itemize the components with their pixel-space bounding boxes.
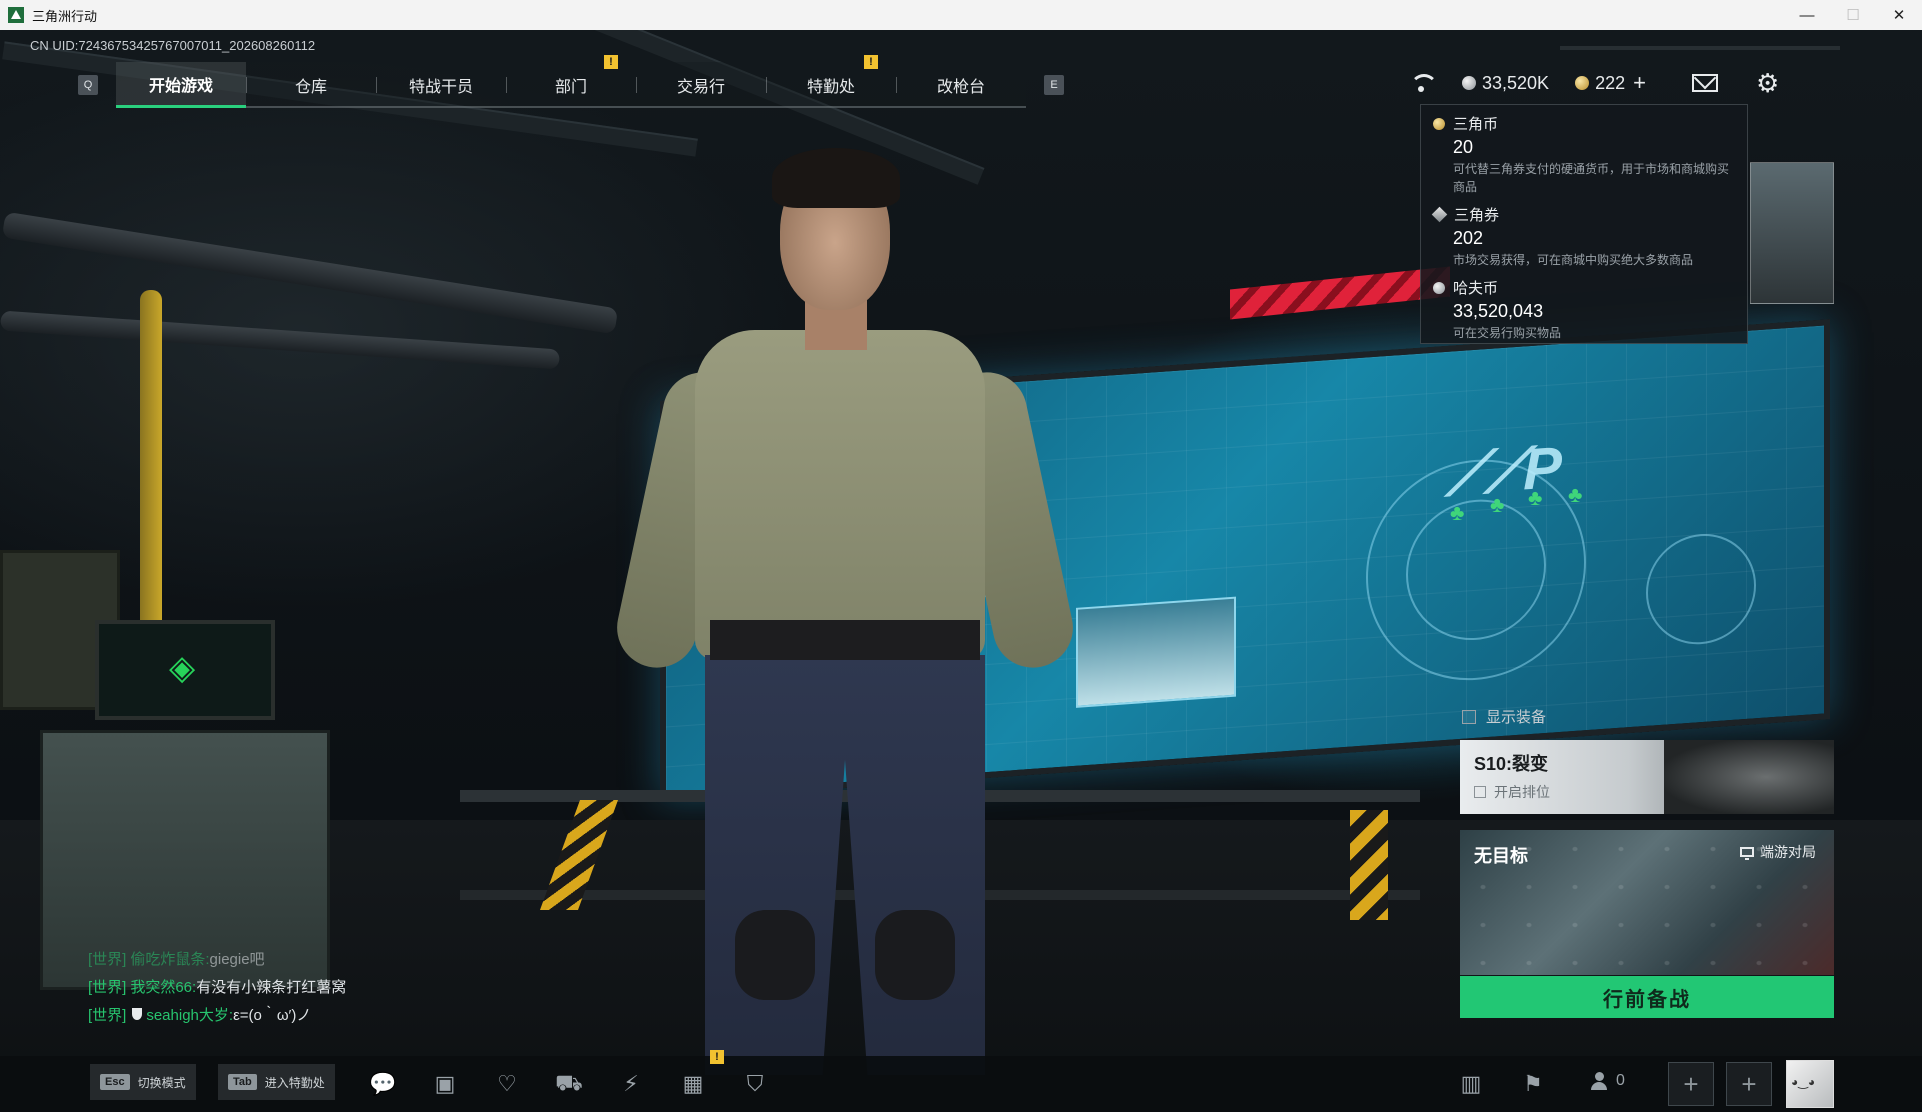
- close-button[interactable]: ✕: [1876, 0, 1922, 30]
- shield-icon: [132, 1008, 143, 1020]
- currency-popup: 三角币 20 可代替三角券支付的硬通货币，用于市场和商城购买商品 三角券 202…: [1420, 104, 1748, 344]
- clover-icon: ♣: [1450, 500, 1465, 525]
- window-titlebar: 三角洲行动 — ☐ ✕: [0, 0, 1922, 30]
- chat-message: [世界] 偷吃炸鼠条: giegie吧: [88, 950, 265, 968]
- tab-start-game[interactable]: 开始游戏: [116, 62, 246, 108]
- pc-monitor-icon: [1740, 847, 1754, 860]
- red-warning-strip: [1230, 266, 1450, 320]
- bottom-toolbar: Esc 切换模式 Tab 进入特勤处 💬 ▣ ♡ ⛟ ⚡ ▦ ⛉ ▥ ⚑ 0 +…: [0, 1056, 1922, 1112]
- show-gear-checkbox[interactable]: [1462, 709, 1476, 724]
- season-card[interactable]: S10:裂变 开启排位: [1460, 740, 1834, 814]
- top-right-strip: [1560, 46, 1840, 50]
- main-tabs: 开始游戏 仓库 特战干员 部门! 交易行 特勤处! 改枪台: [116, 55, 1026, 108]
- chat-message: [世界] seahigh大岁: ε=(ο｀ω′)ノ: [88, 1006, 312, 1024]
- haf-coin-icon: [1462, 76, 1476, 90]
- top-navigation: Q 开始游戏 仓库 特战干员 部门! 交易行 特勤处! 改枪台 E: [78, 55, 1064, 108]
- person-icon: [1590, 1072, 1608, 1090]
- tab-special-service[interactable]: 特勤处!: [766, 55, 896, 108]
- laptop-screen: [95, 620, 275, 720]
- tab-operators[interactable]: 特战干员: [376, 62, 506, 108]
- gear-icon[interactable]: ⚙: [1756, 68, 1779, 99]
- haf-coin-balance[interactable]: 33,520K: [1482, 73, 1549, 94]
- cart-icon[interactable]: ⛟: [554, 1070, 584, 1098]
- party-members[interactable]: 0: [1590, 1072, 1625, 1090]
- tri-ticket-balance[interactable]: 222: [1595, 73, 1625, 94]
- season-title: S10:裂变: [1474, 754, 1549, 774]
- tab-gunsmith[interactable]: 改枪台: [896, 62, 1026, 108]
- alert-badge: !: [604, 55, 618, 69]
- window-title: 三角洲行动: [32, 8, 98, 24]
- tri-coin-icon: [1575, 76, 1590, 90]
- maximize-button[interactable]: ☐: [1830, 0, 1876, 30]
- currency-item-tri-ticket: 三角券 202 市场交易获得，可在商城中购买绝大多数商品: [1431, 204, 1735, 269]
- alert-badge: !: [710, 1050, 724, 1064]
- heart-icon[interactable]: ♡: [492, 1070, 522, 1098]
- top-up-plus-icon[interactable]: +: [1633, 70, 1646, 96]
- mail-icon[interactable]: [1691, 74, 1718, 92]
- clover-icon: ♣: [1528, 485, 1543, 510]
- currency-item-tri-coin: 三角币 20 可代替三角券支付的硬通货币，用于市场和商城购买商品: [1433, 113, 1735, 196]
- chat-bubble-icon[interactable]: 💬: [368, 1070, 398, 1098]
- operator-character[interactable]: [600, 140, 1081, 1090]
- clover-icon: ♣: [1490, 492, 1505, 517]
- tab-warehouse[interactable]: 仓库: [246, 62, 376, 108]
- switch-mode-hotkey[interactable]: Esc 切换模式: [90, 1064, 196, 1100]
- lightning-icon[interactable]: ⚡: [616, 1070, 646, 1098]
- calendar-icon[interactable]: ▦: [678, 1070, 708, 1098]
- enter-special-service-hotkey[interactable]: Tab 进入特勤处: [218, 1064, 335, 1100]
- show-gear-toggle[interactable]: 显示装备: [1462, 706, 1546, 727]
- side-preview-image: [1750, 162, 1834, 304]
- player-uid: CN UID:7243675342576700​7011_20260826011…: [30, 38, 316, 53]
- minimize-button[interactable]: —: [1784, 0, 1830, 30]
- season-portrait: [1664, 740, 1834, 814]
- diamond-icon: [1431, 206, 1448, 223]
- currency-item-haf-coin: 哈夫币 33,520,043 可在交易行购买物品: [1433, 277, 1735, 342]
- prepare-for-battle-button[interactable]: 行前备战: [1460, 976, 1834, 1018]
- tab-department[interactable]: 部门!: [506, 55, 636, 108]
- clover-icon: ♣: [1568, 482, 1583, 507]
- monitor-thumbnail: [1076, 596, 1236, 708]
- world-chat[interactable]: [世界] 偷吃炸鼠条: giegie吧 [世界] 我突然66: 有没有小辣条打红…: [88, 944, 346, 1028]
- next-tab-key-hint[interactable]: E: [1044, 75, 1064, 95]
- ranked-checkbox[interactable]: [1474, 786, 1486, 798]
- emblem-icon[interactable]: ⛉: [740, 1070, 770, 1098]
- haf-coin-icon: [1433, 281, 1445, 294]
- ranked-toggle[interactable]: 开启排位: [1474, 782, 1550, 802]
- mode-platform-tag: 端游对局: [1740, 842, 1816, 862]
- yellow-pipe: [140, 290, 162, 630]
- alert-badge: !: [864, 55, 878, 69]
- tab-trade-house[interactable]: 交易行: [636, 62, 766, 108]
- stats-chart-icon[interactable]: ▥: [1456, 1070, 1486, 1098]
- top-right-status: 33,520K 222 + ⚙: [1410, 68, 1779, 99]
- mode-select-card[interactable]: 无目标 端游对局: [1460, 830, 1834, 975]
- prev-tab-key-hint[interactable]: Q: [78, 75, 98, 95]
- player-avatar[interactable]: [1786, 1060, 1834, 1108]
- pipe: [0, 310, 561, 370]
- invite-slot-button[interactable]: +: [1726, 1062, 1772, 1106]
- tri-coin-icon: [1433, 117, 1445, 130]
- gift-box-icon[interactable]: ▣: [430, 1070, 460, 1098]
- invite-slot-button[interactable]: +: [1668, 1062, 1714, 1106]
- mode-title: 无目标: [1474, 846, 1528, 866]
- hazard-post: [1350, 810, 1388, 920]
- app-logo-icon: [8, 7, 24, 23]
- pipe: [1, 211, 619, 335]
- chat-message: [世界] 我突然66: 有没有小辣条打红薯窝: [88, 978, 347, 996]
- wifi-icon: [1410, 74, 1438, 92]
- flag-icon[interactable]: ⚑: [1518, 1070, 1548, 1098]
